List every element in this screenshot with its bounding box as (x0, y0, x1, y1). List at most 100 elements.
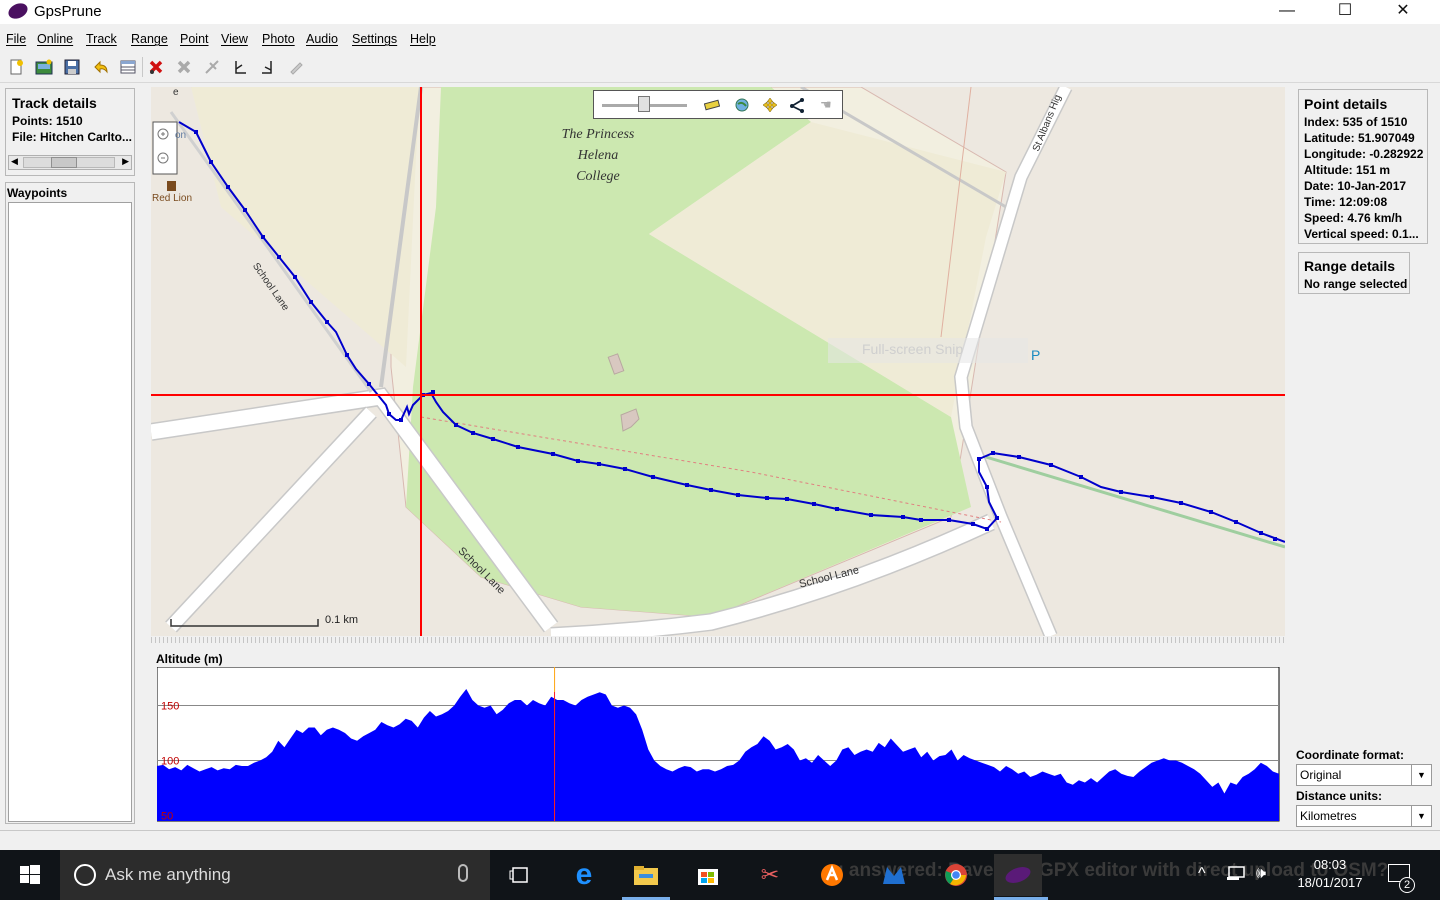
clock-time: 08:03 (1313, 857, 1347, 872)
clock-date: 18/01/2017 (1297, 875, 1363, 890)
gpsprune-taskbar-icon[interactable] (994, 854, 1042, 896)
scroll-thumb[interactable] (51, 157, 77, 168)
avast-icon[interactable] (808, 858, 856, 892)
table-icon[interactable] (116, 55, 140, 79)
globe-icon[interactable] (734, 97, 750, 113)
ruler-icon[interactable] (703, 98, 721, 112)
clock[interactable]: 08:03 18/01/2017 (1290, 856, 1370, 892)
windows-taskbar: Ask me anything e ✂ u answered: Davebom … (0, 850, 1440, 900)
chevron-down-icon[interactable]: ▼ (1411, 765, 1431, 785)
scroll-right-icon[interactable]: ▶ (122, 156, 129, 167)
altitude-chart[interactable]: 150 100 50 (157, 667, 1280, 822)
store-icon[interactable] (684, 858, 732, 892)
pub-name-fragment: on (175, 130, 187, 141)
point-date: Date: 10-Jan-2017 (1304, 179, 1407, 193)
chart-tick-label: 50 (161, 811, 173, 823)
set-range-end-icon[interactable] (256, 55, 280, 79)
menu-view[interactable]: View (221, 32, 248, 46)
coordinate-format-value: Original (1300, 768, 1342, 782)
scroll-left-icon[interactable]: ◀ (11, 156, 18, 167)
range-details-title: Range details (1304, 258, 1396, 274)
connect-points-icon[interactable] (790, 97, 806, 113)
menu-file[interactable]: File (6, 32, 26, 46)
file-explorer-icon[interactable] (622, 858, 670, 892)
menu-online[interactable]: Online (37, 32, 73, 46)
snipping-tool-icon[interactable]: ✂ (746, 858, 794, 892)
volume-icon[interactable]: 🕪 (1256, 865, 1266, 883)
pan-arrows-icon[interactable] (762, 97, 778, 113)
college-label-line3: College (576, 169, 620, 184)
menu-point[interactable]: Point (180, 32, 209, 46)
status-bar (0, 830, 1440, 850)
hand-tool-icon[interactable]: ☚ (820, 97, 836, 113)
menu-help[interactable]: Help (410, 32, 436, 46)
point-index: Index: 535 of 1510 (1304, 115, 1408, 129)
menu-bar: File Online Track Range Point View Photo… (0, 30, 1440, 50)
delete-point-icon[interactable] (144, 55, 168, 79)
zoom-slider-thumb[interactable] (638, 96, 650, 112)
waypoints-panel: Waypoints (5, 182, 135, 824)
minimize-button[interactable]: — (1258, 0, 1316, 24)
parking-label: P (1031, 347, 1041, 363)
maximize-button[interactable]: ☐ (1316, 0, 1374, 24)
distance-units-select[interactable]: Kilometres ▼ (1296, 805, 1432, 827)
search-placeholder[interactable]: Ask me anything (105, 865, 231, 885)
track-points-count: Points: 1510 (12, 114, 83, 128)
track-details-title: Track details (12, 95, 97, 111)
taskbar-search[interactable]: Ask me anything (60, 850, 490, 900)
crop-icon[interactable] (200, 55, 224, 79)
chart-title: Altitude (m) (156, 652, 223, 666)
point-vertical-speed: Vertical speed: 0.1... (1304, 227, 1419, 241)
toolbar-separator (142, 57, 143, 77)
notification-count-badge: 2 (1399, 877, 1415, 893)
red-lion-label: Red Lion (152, 193, 193, 204)
delete-range-icon[interactable] (172, 55, 196, 79)
chrome-icon[interactable] (932, 858, 980, 892)
cortana-icon[interactable] (74, 864, 96, 886)
map-canvas[interactable] (151, 87, 1285, 636)
point-time: Time: 12:09:08 (1304, 195, 1388, 209)
college-label-line2: Helena (577, 148, 619, 163)
map-view[interactable]: The Princess Helena College Red Lion on … (151, 87, 1285, 636)
menu-photo[interactable]: Photo (262, 32, 295, 46)
track-scrollbar[interactable]: ◀ ▶ (8, 155, 132, 170)
point-details-title: Point details (1304, 96, 1388, 112)
chart-tick-label: 100 (161, 756, 179, 768)
road-name-fragment: e (173, 87, 179, 98)
undo-icon[interactable] (88, 55, 112, 79)
gpsprune-logo-icon (5, 0, 31, 22)
title-bar: GpsPrune — ☐ ✕ (0, 0, 1440, 24)
altitude-chart-panel: Altitude (m) 150 100 50 (151, 645, 1285, 826)
new-file-icon[interactable] (4, 55, 28, 79)
chart-tick-label: 150 (161, 701, 179, 713)
menu-range[interactable]: Range (131, 32, 168, 46)
pub-icon (167, 181, 176, 191)
open-photo-icon[interactable] (32, 55, 56, 79)
set-range-start-icon[interactable] (228, 55, 252, 79)
map-chart-splitter[interactable] (151, 637, 1285, 643)
close-button[interactable]: ✕ (1374, 0, 1432, 24)
college-label-line1: The Princess (561, 127, 635, 142)
waypoints-title: Waypoints (7, 186, 68, 200)
windows-start-icon[interactable] (6, 858, 54, 892)
edit-point-icon[interactable] (284, 55, 308, 79)
network-icon[interactable] (1226, 865, 1246, 884)
range-status: No range selected (1304, 277, 1408, 291)
coordinate-format-select[interactable]: Original ▼ (1296, 764, 1432, 786)
menu-audio[interactable]: Audio (306, 32, 338, 46)
edge-browser-icon[interactable]: e (560, 858, 608, 892)
menu-settings[interactable]: Settings (352, 32, 397, 46)
waypoints-list[interactable] (8, 202, 132, 822)
microphone-icon[interactable] (458, 864, 468, 882)
coordinate-format-label: Coordinate format: (1296, 748, 1404, 762)
menu-track[interactable]: Track (86, 32, 117, 46)
point-altitude: Altitude: 151 m (1304, 163, 1391, 177)
task-view-icon[interactable] (496, 858, 544, 892)
show-hidden-icons[interactable]: ^ (1198, 865, 1206, 883)
distance-units-value: Kilometres (1300, 809, 1357, 823)
chevron-down-icon[interactable]: ▼ (1411, 806, 1431, 826)
point-longitude: Longitude: -0.282922 (1304, 147, 1424, 161)
save-icon[interactable] (60, 55, 84, 79)
fullscreen-snip-hint: Full-screen Snip (828, 338, 1028, 363)
malwarebytes-icon[interactable] (870, 858, 918, 892)
